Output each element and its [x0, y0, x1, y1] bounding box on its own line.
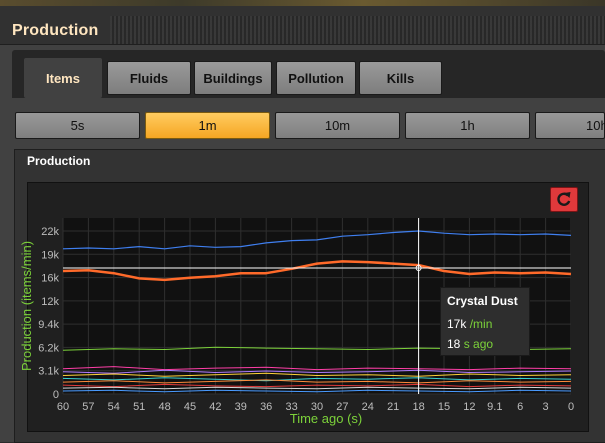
- tooltip-rate-unit: /min: [469, 317, 493, 331]
- y-axis-title: Production (items/min): [19, 241, 34, 371]
- x-tick-label: 15: [438, 401, 450, 413]
- x-tick-label: 45: [184, 401, 196, 413]
- x-tick-label: 9.1: [487, 401, 502, 413]
- tooltip-time-unit: s ago: [463, 337, 494, 351]
- tooltip-time: 18 s ago: [447, 337, 493, 351]
- x-tick-label: 0: [568, 401, 574, 413]
- x-tick-label: 60: [57, 401, 69, 413]
- x-tick-label: 51: [133, 401, 145, 413]
- y-tick-label: 9.4k: [38, 319, 59, 331]
- production-chart[interactable]: 03.1k6.2k9.4k12k16k19k22k 60 57 54 51 48 45 42…: [0, 0, 605, 441]
- y-tick-label: 22k: [41, 226, 59, 238]
- x-tick-label: 36: [260, 401, 272, 413]
- y-tick-label: 19k: [41, 249, 59, 261]
- x-axis-title: Time ago (s): [290, 411, 362, 426]
- y-tick-label: 12k: [41, 296, 59, 308]
- y-tick-label: 3.1k: [38, 366, 59, 378]
- tooltip-time-value: 18: [447, 337, 461, 351]
- y-tick-label: 16k: [41, 273, 59, 285]
- tooltip-rate: 17k /min: [447, 317, 492, 331]
- x-tick-label: 48: [158, 401, 170, 413]
- x-tick-label: 57: [82, 401, 94, 413]
- x-tick-label: 24: [362, 401, 374, 413]
- tooltip: Crystal Dust 17k /min 18 s ago: [440, 287, 530, 356]
- x-tick-label: 54: [108, 401, 120, 413]
- x-tick-label: 3: [543, 401, 549, 413]
- x-tick-label: 39: [235, 401, 247, 413]
- x-tick-label: 18: [412, 401, 424, 413]
- x-tick-label: 21: [387, 401, 399, 413]
- x-tick-label: 6: [517, 401, 523, 413]
- y-tick-label: 6.2k: [38, 342, 59, 354]
- tooltip-rate-value: 17k: [447, 317, 467, 331]
- x-tick-label: 12: [463, 401, 475, 413]
- tooltip-item-name: Crystal Dust: [447, 294, 518, 308]
- x-tick-label: 42: [209, 401, 221, 413]
- y-tick-label: 0: [53, 389, 59, 401]
